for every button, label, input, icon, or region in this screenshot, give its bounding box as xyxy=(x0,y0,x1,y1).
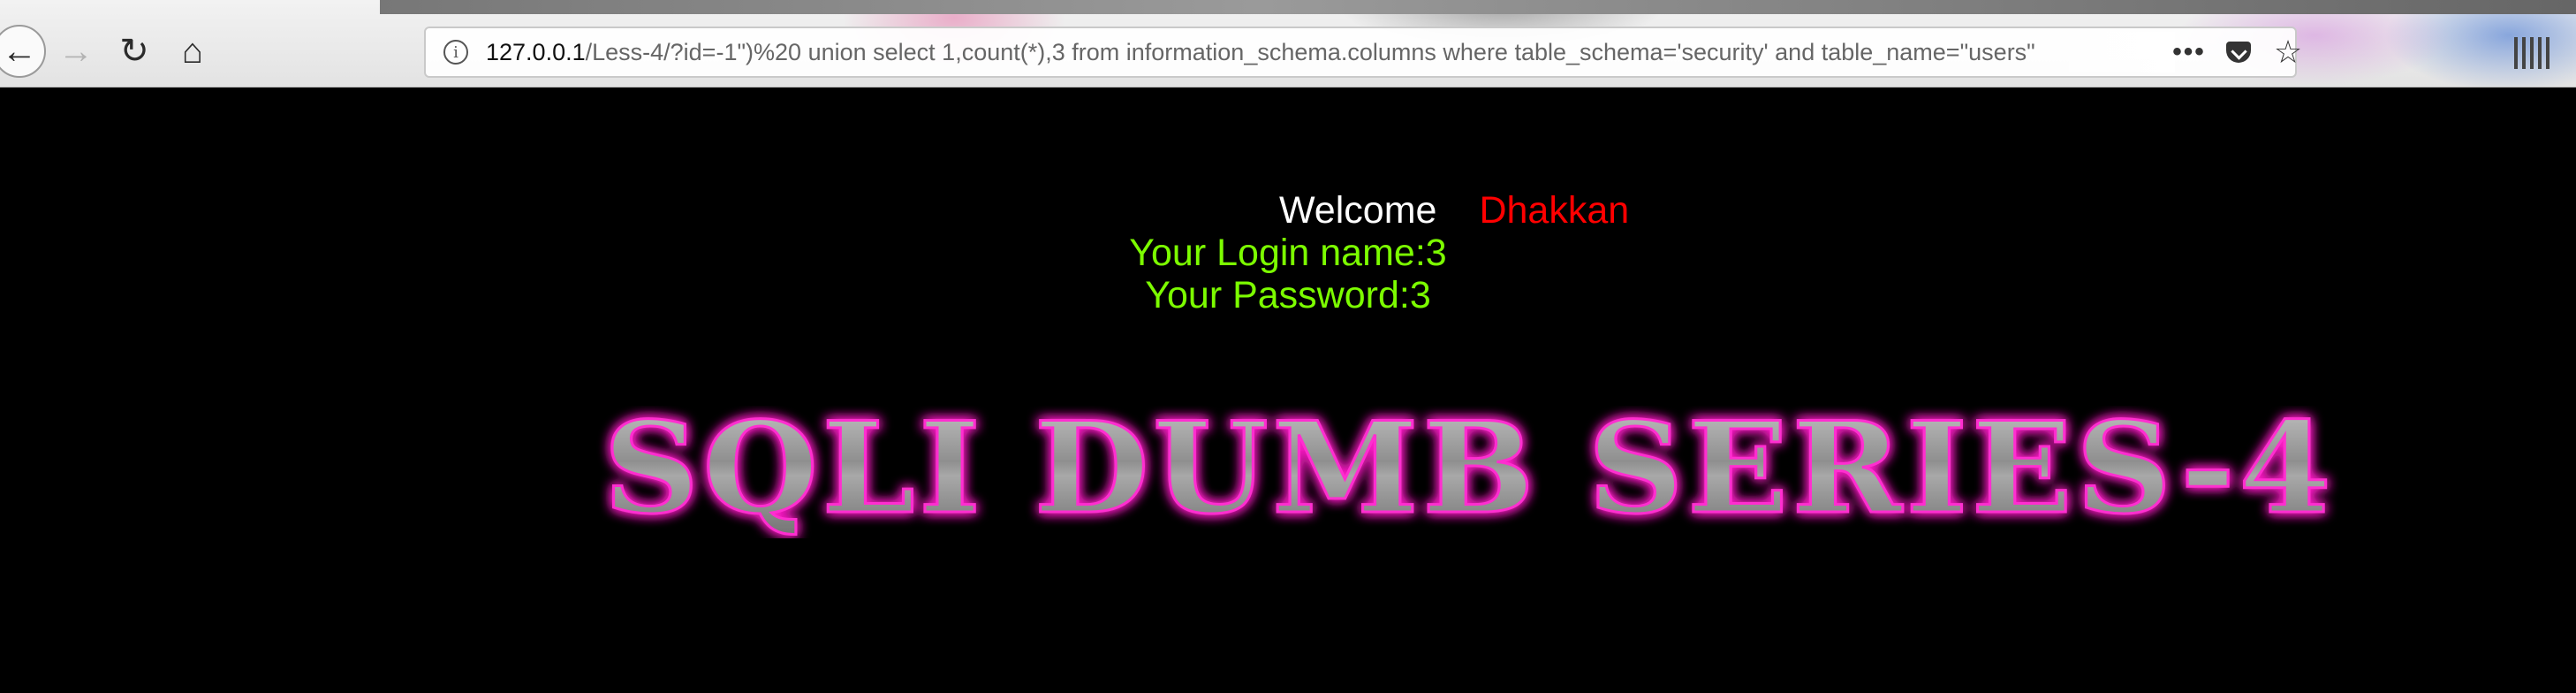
pocket-icon xyxy=(2226,42,2251,63)
url-path: /Less-4/?id=-1")%20 union select 1,count… xyxy=(585,39,2035,65)
back-button[interactable]: ← xyxy=(0,25,46,78)
password-result: Your Password:3 xyxy=(1145,274,1431,316)
login-name-result: Your Login name:3 xyxy=(1129,232,1447,274)
bookmark-button[interactable]: ☆ xyxy=(2269,34,2307,71)
home-icon: ⌂ xyxy=(181,32,204,71)
back-arrow-icon: ← xyxy=(2,32,37,71)
page-actions-button[interactable]: ••• xyxy=(2170,34,2209,71)
library-icon[interactable] xyxy=(2514,37,2549,69)
url-host: 127.0.0.1 xyxy=(486,39,586,65)
home-button[interactable]: ⌂ xyxy=(168,27,217,76)
info-glyph: i xyxy=(453,42,458,62)
star-icon: ☆ xyxy=(2273,34,2303,70)
username-text: Dhakkan xyxy=(1479,189,1630,232)
url-text[interactable]: 127.0.0.1/Less-4/?id=-1")%20 union selec… xyxy=(486,28,2173,76)
series-banner: SQLI DUMB SERIES-4 xyxy=(602,406,2335,538)
banner-title: SQLI DUMB SERIES-4 xyxy=(603,406,2335,538)
pocket-button[interactable] xyxy=(2219,34,2258,71)
forward-arrow-icon: → xyxy=(58,32,94,71)
page-content: Welcome Dhakkan Your Login name:3 Your Pa… xyxy=(0,88,2576,693)
browser-toolbar: ← → ↻ ⌂ i 127.0.0.1/Less-4/?id=-1")%20 u… xyxy=(0,0,2576,88)
url-fade xyxy=(2034,32,2175,72)
welcome-text: Welcome xyxy=(1279,189,1437,232)
tab-strip xyxy=(380,0,2576,14)
info-icon[interactable]: i xyxy=(443,40,468,65)
address-bar[interactable]: i 127.0.0.1/Less-4/?id=-1")%20 union sel… xyxy=(424,27,2302,78)
welcome-line: Welcome Dhakkan xyxy=(1279,188,1629,232)
reload-icon: ↻ xyxy=(119,32,149,71)
more-icon: ••• xyxy=(2172,37,2206,66)
forward-button[interactable]: → xyxy=(51,27,101,76)
reload-button[interactable]: ↻ xyxy=(110,27,159,76)
